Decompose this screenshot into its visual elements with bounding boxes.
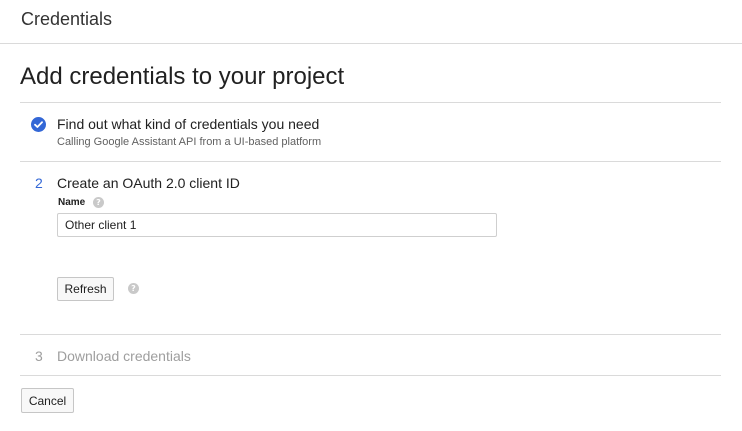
divider xyxy=(20,334,721,335)
step-2-title: Create an OAuth 2.0 client ID xyxy=(57,175,240,191)
page-title: Add credentials to your project xyxy=(20,63,345,90)
header-title: Credentials xyxy=(21,9,113,29)
step-3-title: Download credentials xyxy=(57,348,191,364)
refresh-help-icon[interactable]: ? xyxy=(128,283,139,294)
step-1-subtitle: Calling Google Assistant API from a UI-b… xyxy=(57,136,322,148)
name-help-icon[interactable]: ? xyxy=(93,197,104,208)
cancel-button[interactable]: Cancel xyxy=(21,388,74,413)
name-label: Name xyxy=(58,197,86,208)
step-2-number: 2 xyxy=(35,175,43,191)
step-1-title[interactable]: Find out what kind of credentials you ne… xyxy=(57,116,319,132)
name-input[interactable] xyxy=(57,213,497,237)
divider xyxy=(20,102,721,103)
divider xyxy=(20,375,721,376)
divider xyxy=(20,161,721,162)
check-circle-icon xyxy=(31,117,46,132)
top-bar: Credentials xyxy=(0,0,742,44)
refresh-button[interactable]: Refresh xyxy=(57,277,114,301)
step-3-number: 3 xyxy=(35,348,43,364)
